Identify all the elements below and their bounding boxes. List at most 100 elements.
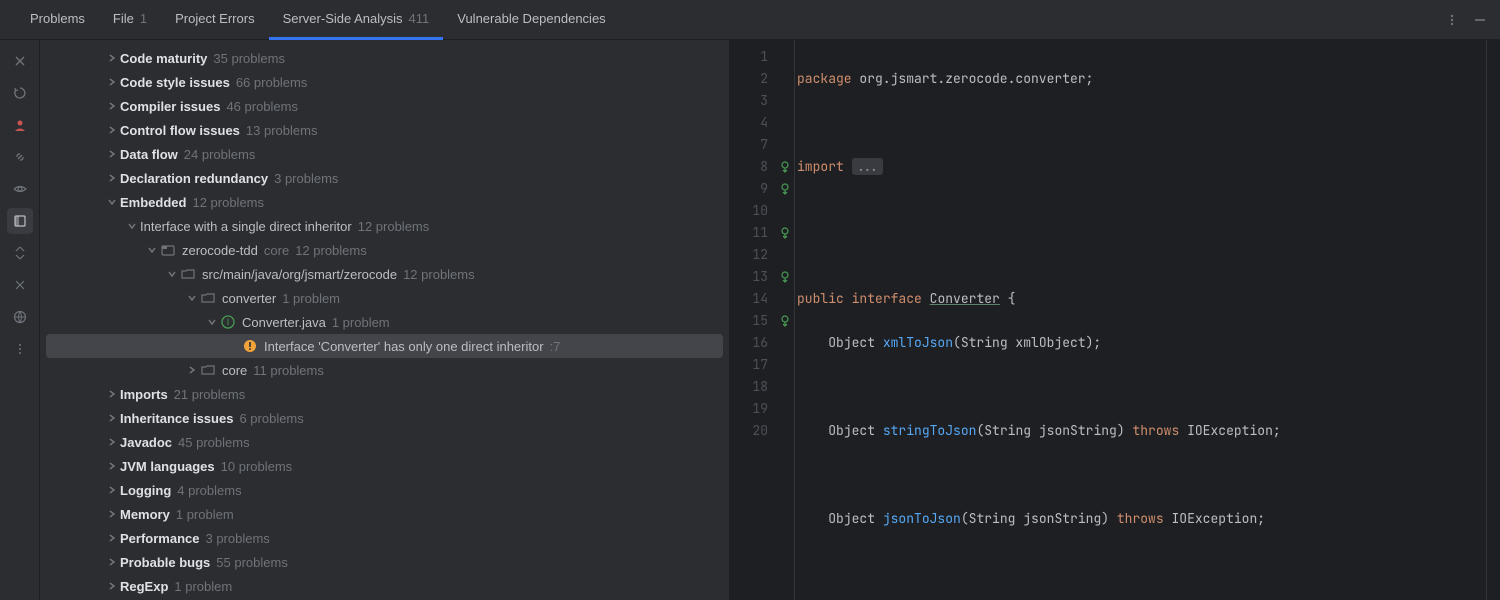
more-icon[interactable]	[7, 336, 33, 362]
tree-file[interactable]: I Converter.java 1 problem	[40, 310, 729, 334]
category-label: Data flow	[120, 147, 178, 162]
tree-category[interactable]: Compiler issues46 problems	[40, 94, 729, 118]
category-label: Declaration redundancy	[120, 171, 268, 186]
module-icon	[160, 242, 176, 258]
tree-category[interactable]: Inheritance issues6 problems	[40, 406, 729, 430]
refresh-icon[interactable]	[7, 80, 33, 106]
file-label: Converter.java	[242, 315, 326, 330]
link-icon[interactable]	[7, 144, 33, 170]
tree-category[interactable]: Logging4 problems	[40, 478, 729, 502]
close-icon[interactable]	[7, 48, 33, 74]
chevron-down-icon	[104, 194, 120, 210]
category-label: Imports	[120, 387, 168, 402]
problems-tabbar: Problems File 1 Project Errors Server-Si…	[0, 0, 1500, 40]
chevron-right-icon	[104, 530, 120, 546]
issue-label: Interface 'Converter' has only one direc…	[264, 339, 544, 354]
category-count: 21 problems	[174, 387, 246, 402]
category-label: Inheritance issues	[120, 411, 233, 426]
tree-category[interactable]: Code maturity35 problems	[40, 46, 729, 70]
tab-problems[interactable]: Problems	[16, 0, 99, 40]
type: Object	[828, 510, 875, 527]
tree-folder[interactable]: core 11 problems	[40, 358, 729, 382]
tab-server-side-analysis[interactable]: Server-Side Analysis 411	[269, 0, 444, 40]
tree-category[interactable]: Probable bugs55 problems	[40, 550, 729, 574]
keyword: throws	[1132, 422, 1179, 439]
tree-category[interactable]: Declaration redundancy3 problems	[40, 166, 729, 190]
category-label: Javadoc	[120, 435, 172, 450]
implements-gutter-icon[interactable]	[776, 310, 794, 332]
tree-category[interactable]: Memory1 problem	[40, 502, 729, 526]
tree-category[interactable]: Performance3 problems	[40, 526, 729, 550]
tree-category[interactable]: Control flow issues13 problems	[40, 118, 729, 142]
method: xmlToJson	[883, 334, 953, 351]
tab-project-errors[interactable]: Project Errors	[161, 0, 268, 40]
chevron-right-icon	[104, 410, 120, 426]
category-label: Logging	[120, 483, 171, 498]
tree-category[interactable]: Imports 21 problems	[40, 382, 729, 406]
type: Object	[828, 334, 875, 351]
more-options-icon[interactable]	[1440, 8, 1464, 32]
chevron-down-icon	[204, 314, 220, 330]
problems-tree[interactable]: Code maturity35 problemsCode style issue…	[40, 40, 730, 600]
implements-gutter-icon[interactable]	[776, 266, 794, 288]
chevron-right-icon	[104, 554, 120, 570]
category-label: Code maturity	[120, 51, 207, 66]
implements-gutter-icon[interactable]	[776, 178, 794, 200]
module-sub: core	[264, 243, 289, 258]
user-icon[interactable]	[7, 112, 33, 138]
category-label: Control flow issues	[120, 123, 240, 138]
method: jsonToJson	[883, 510, 961, 527]
code-area[interactable]: package org.jsmart.zerocode.converter; i…	[794, 40, 1486, 600]
tab-count: 411	[409, 11, 430, 26]
tab-label: File	[113, 11, 134, 26]
tree-package[interactable]: src/main/java/org/jsmart/zerocode 12 pro…	[40, 262, 729, 286]
tab-label: Vulnerable Dependencies	[457, 11, 605, 26]
tree-category[interactable]: RegExp1 problem	[40, 574, 729, 598]
preview-icon[interactable]	[7, 176, 33, 202]
chevron-right-icon	[104, 74, 120, 90]
implements-gutter-icon[interactable]	[776, 156, 794, 178]
open-editor-icon[interactable]	[7, 208, 33, 234]
category-label: Code style issues	[120, 75, 230, 90]
gutter-icons	[776, 40, 794, 600]
implements-gutter-icon[interactable]	[776, 222, 794, 244]
tab-label: Server-Side Analysis	[283, 11, 403, 26]
tree-category[interactable]: Embedded 12 problems	[40, 190, 729, 214]
tree-category[interactable]: Code style issues 66 problems	[40, 70, 729, 94]
tree-category[interactable]: Data flow24 problems	[40, 142, 729, 166]
class-name: Converter	[930, 290, 1000, 307]
category-count: 3 problems	[205, 531, 269, 546]
category-label: Memory	[120, 507, 170, 522]
tree-folder[interactable]: converter 1 problem	[40, 286, 729, 310]
tree-category[interactable]: Javadoc 45 problems	[40, 430, 729, 454]
package-label: src/main/java/org/jsmart/zerocode	[202, 267, 397, 282]
category-count: 45 problems	[178, 435, 250, 450]
chevron-right-icon	[104, 146, 120, 162]
folder-icon	[200, 290, 216, 306]
fold-marker[interactable]: ...	[852, 158, 883, 175]
tab-vulnerable-dependencies[interactable]: Vulnerable Dependencies	[443, 0, 619, 40]
collapse-icon[interactable]	[7, 272, 33, 298]
tree-issue[interactable]: Interface 'Converter' has only one direc…	[46, 334, 723, 358]
tree-category[interactable]: JVM languages10 problems	[40, 454, 729, 478]
expand-icon[interactable]	[7, 240, 33, 266]
export-icon[interactable]	[7, 304, 33, 330]
svg-text:I: I	[227, 317, 230, 327]
folder-icon	[180, 266, 196, 282]
package-count: 12 problems	[403, 267, 475, 282]
category-count: 66 problems	[236, 75, 308, 90]
hide-panel-icon[interactable]	[1468, 8, 1492, 32]
category-count: 1 problem	[174, 579, 232, 594]
method: stringToJson	[883, 422, 977, 439]
tab-count: 1	[140, 11, 147, 26]
chevron-down-icon	[124, 218, 140, 234]
line-numbers: 12347891011121314151617181920	[730, 40, 776, 600]
keyword: interface	[852, 290, 922, 307]
code-text: IOException;	[1179, 422, 1280, 439]
issue-location: :7	[550, 339, 561, 354]
category-label: Compiler issues	[120, 99, 220, 114]
tree-module[interactable]: zerocode-tdd core 12 problems	[40, 238, 729, 262]
tree-inspection[interactable]: Interface with a single direct inheritor…	[40, 214, 729, 238]
tab-file[interactable]: File 1	[99, 0, 161, 40]
editor-scrollbar[interactable]	[1486, 40, 1500, 600]
